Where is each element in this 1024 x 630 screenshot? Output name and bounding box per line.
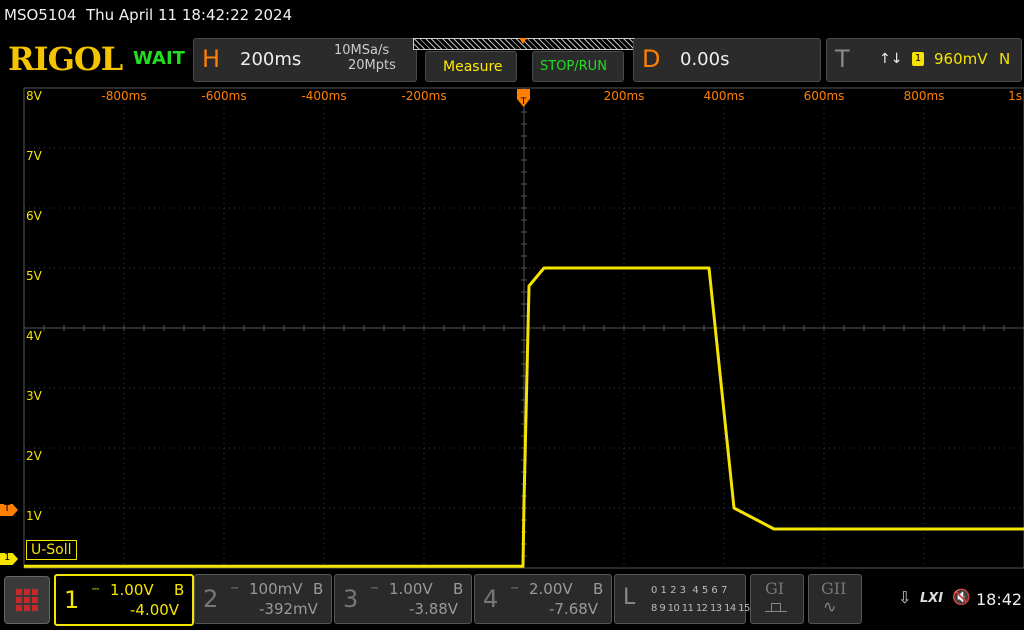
channel-1-box[interactable]: 1 ⎓ 1.00V B -4.00V xyxy=(54,574,194,626)
generator-1-button[interactable]: GI xyxy=(750,574,804,624)
pulse-wave-icon xyxy=(765,603,787,612)
channel-4-box[interactable]: 4 ⎓ 2.00V B -7.68V xyxy=(474,574,612,624)
channel-3-box[interactable]: 3 ⎓ 1.00V B -3.88V xyxy=(334,574,472,624)
y-axis-label: 1V xyxy=(26,509,43,523)
generator-1-label: GI xyxy=(765,579,785,598)
channel-3-offset: -3.88V xyxy=(409,600,459,618)
channel-4-number: 4 xyxy=(483,585,499,613)
channel-4-dc-icon: ⎓ xyxy=(511,584,519,594)
sound-muted-icon[interactable]: 🔇 xyxy=(952,588,971,606)
trigger-position-marker[interactable]: T xyxy=(517,89,530,107)
channel-4-coupling: B xyxy=(593,580,604,598)
x-axis-label: 600ms xyxy=(804,89,845,103)
y-axis-label: 4V xyxy=(26,329,43,343)
channel-3-scale: 1.00V xyxy=(389,580,433,598)
y-axis-label: 7V xyxy=(26,149,43,163)
svg-text:T: T xyxy=(520,97,527,107)
trigger-level-marker-label: T xyxy=(4,503,11,514)
x-axis-label: 800ms xyxy=(904,89,945,103)
logic-letter: L xyxy=(623,585,636,610)
channel1-offset-marker-label: 1 xyxy=(4,552,11,563)
channel1-label-tag[interactable]: U-Soll xyxy=(26,540,77,560)
channel-1-coupling: B xyxy=(174,581,185,599)
waveform-display[interactable]: 8V 7V 6V 5V 4V 3V 2V 1V -800ms -600ms -400ms -200ms… xyxy=(0,0,1024,630)
x-axis-label: -200ms xyxy=(401,89,446,103)
generator-2-button[interactable]: GII ∿ xyxy=(808,574,862,624)
channel-4-offset: -7.68V xyxy=(549,600,599,618)
channel-2-number: 2 xyxy=(203,585,219,613)
clock-time: 18:42 xyxy=(976,590,1023,609)
x-axis-label: 400ms xyxy=(704,89,745,103)
x-axis-label: 200ms xyxy=(604,89,645,103)
x-axis-label: -600ms xyxy=(201,89,246,103)
channel-1-dc-icon: ⎓ xyxy=(92,585,100,595)
usb-icon: ⇩ xyxy=(898,588,912,607)
channel-2-dc-icon: ⎓ xyxy=(231,584,239,594)
y-axis-label: 6V xyxy=(26,209,43,223)
channel-2-offset: -392mV xyxy=(259,600,318,618)
menu-button[interactable] xyxy=(4,576,50,624)
menu-grid-icon xyxy=(16,589,38,611)
logic-channels-row1: 0 1 2 3 4 5 6 7 xyxy=(651,585,728,596)
y-axis-label: 8V xyxy=(26,89,43,103)
x-axis-label: 1s xyxy=(1008,89,1022,103)
channel-2-box[interactable]: 2 ⎓ 100mV B -392mV xyxy=(194,574,332,624)
channel-2-coupling: B xyxy=(313,580,324,598)
channel-1-scale: 1.00V xyxy=(110,581,154,599)
logic-channels-row2: 8 9 10 11 12 13 14 15 xyxy=(651,603,750,614)
channel-3-dc-icon: ⎓ xyxy=(371,584,379,594)
y-axis-label: 3V xyxy=(26,389,43,403)
channel-4-scale: 2.00V xyxy=(529,580,573,598)
channel-3-coupling: B xyxy=(453,580,464,598)
lxi-logo: LXI xyxy=(920,591,944,606)
channel-1-number: 1 xyxy=(64,586,80,614)
channel-2-scale: 100mV xyxy=(249,580,303,598)
x-axis-label: -800ms xyxy=(101,89,146,103)
y-axis-label: 2V xyxy=(26,449,43,463)
logic-analyzer-box[interactable]: L 0 1 2 3 4 5 6 7 8 9 10 11 12 13 14 15 xyxy=(614,574,750,624)
channel-1-offset: -4.00V xyxy=(130,601,180,619)
channel-3-number: 3 xyxy=(343,585,359,613)
sine-wave-icon: ∿ xyxy=(823,597,837,616)
x-axis-label: -400ms xyxy=(301,89,346,103)
generator-2-label: GII xyxy=(821,579,847,598)
y-axis-label: 5V xyxy=(26,269,43,283)
